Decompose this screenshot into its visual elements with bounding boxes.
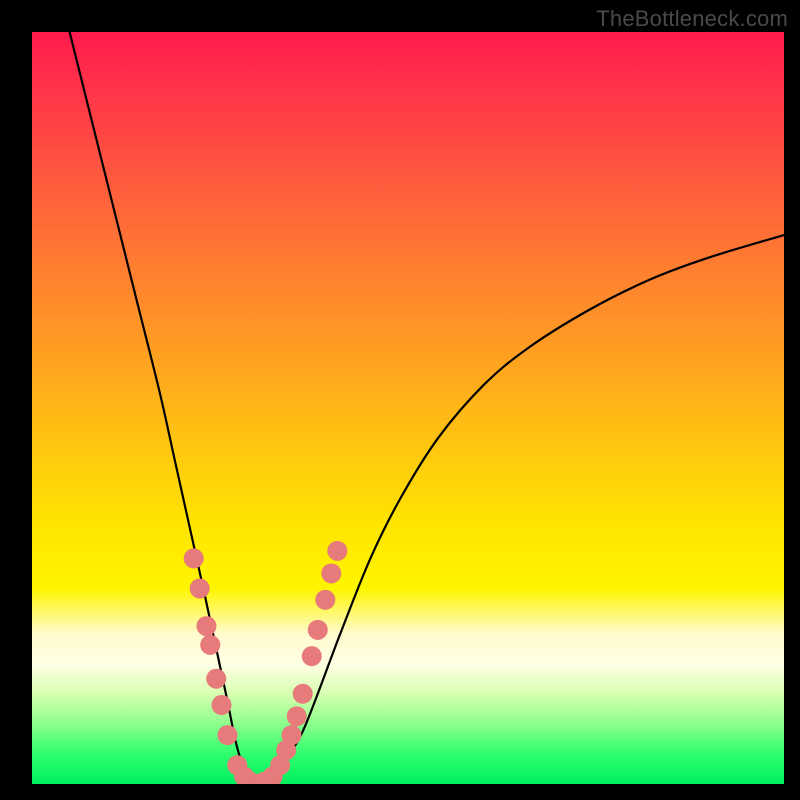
highlight-dot	[327, 541, 347, 561]
plot-area	[32, 32, 784, 784]
highlight-dot	[196, 616, 216, 636]
highlight-dot	[184, 548, 204, 568]
highlight-dot	[315, 590, 335, 610]
highlight-dot	[218, 725, 238, 745]
highlight-dot	[287, 706, 307, 726]
chart-frame: TheBottleneck.com	[0, 0, 800, 800]
highlight-dot	[321, 563, 341, 583]
highlight-dot	[190, 578, 210, 598]
highlight-dots	[184, 541, 348, 784]
highlight-dot	[281, 725, 301, 745]
watermark-text: TheBottleneck.com	[596, 6, 788, 32]
curve-layer	[32, 32, 784, 784]
highlight-dot	[293, 684, 313, 704]
highlight-dot	[206, 669, 226, 689]
highlight-dot	[212, 695, 232, 715]
highlight-dot	[200, 635, 220, 655]
bottleneck-curve	[70, 32, 784, 784]
highlight-dot	[302, 646, 322, 666]
highlight-dot	[308, 620, 328, 640]
